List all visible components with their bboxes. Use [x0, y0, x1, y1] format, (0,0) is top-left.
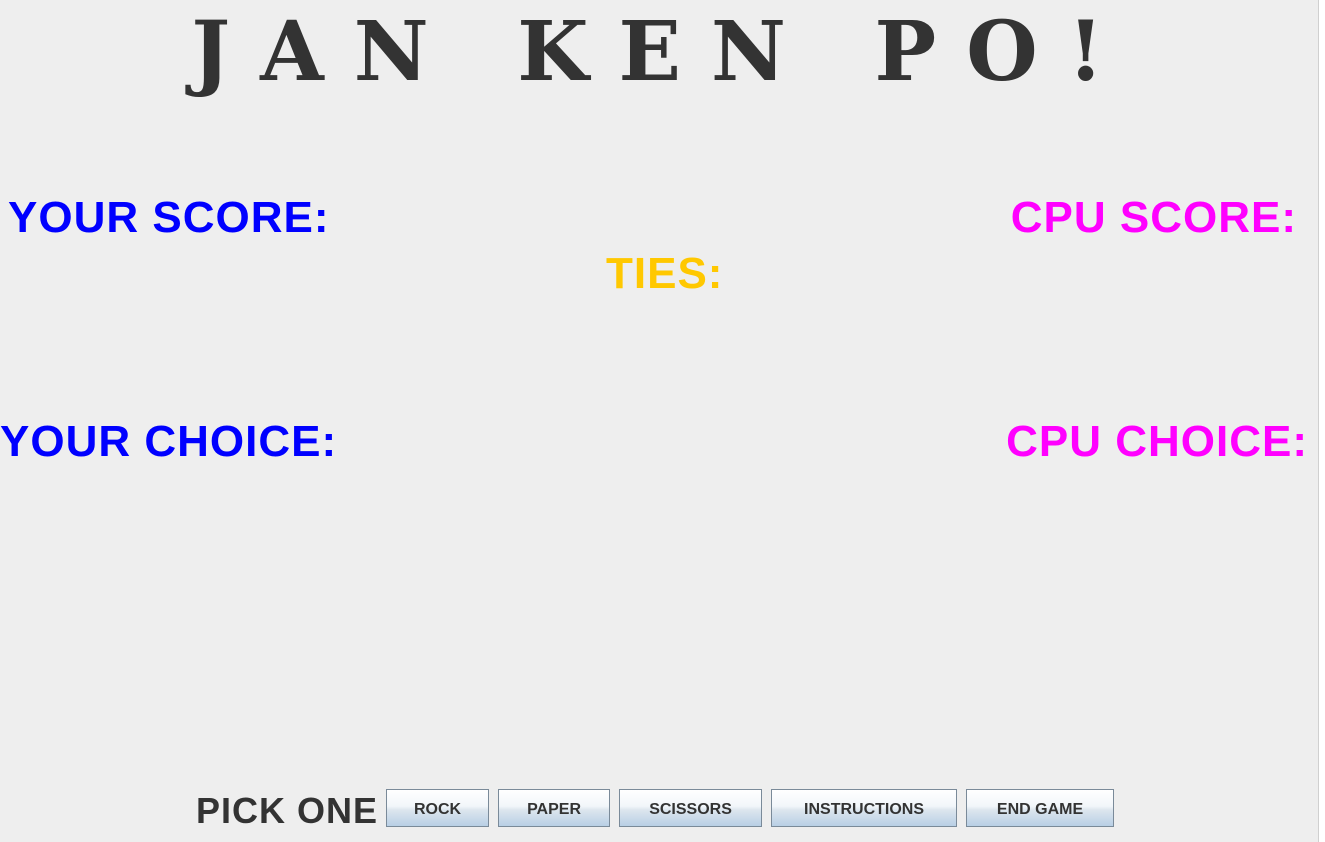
window-right-border: [1318, 0, 1325, 842]
end-game-button[interactable]: END GAME: [966, 789, 1115, 827]
control-bar: PICK ONE ROCK PAPER SCISSORS INSTRUCTION…: [196, 788, 1115, 831]
instructions-button[interactable]: INSTRUCTIONS: [771, 789, 958, 827]
cpu-choice-label: CPU CHOICE:: [1006, 417, 1308, 466]
rock-button[interactable]: ROCK: [386, 789, 490, 827]
paper-button[interactable]: PAPER: [498, 789, 611, 827]
cpu-score-label: CPU SCORE:: [1010, 193, 1297, 242]
ties-label: TIES:: [606, 249, 724, 298]
pick-one-label: PICK ONE: [196, 790, 379, 831]
scissors-button[interactable]: SCISSORS: [619, 789, 763, 827]
your-choice-label: YOUR CHOICE:: [0, 417, 338, 466]
game-title: JAN KEN PO!: [191, 4, 1134, 100]
your-score-label: YOUR SCORE:: [8, 193, 330, 242]
